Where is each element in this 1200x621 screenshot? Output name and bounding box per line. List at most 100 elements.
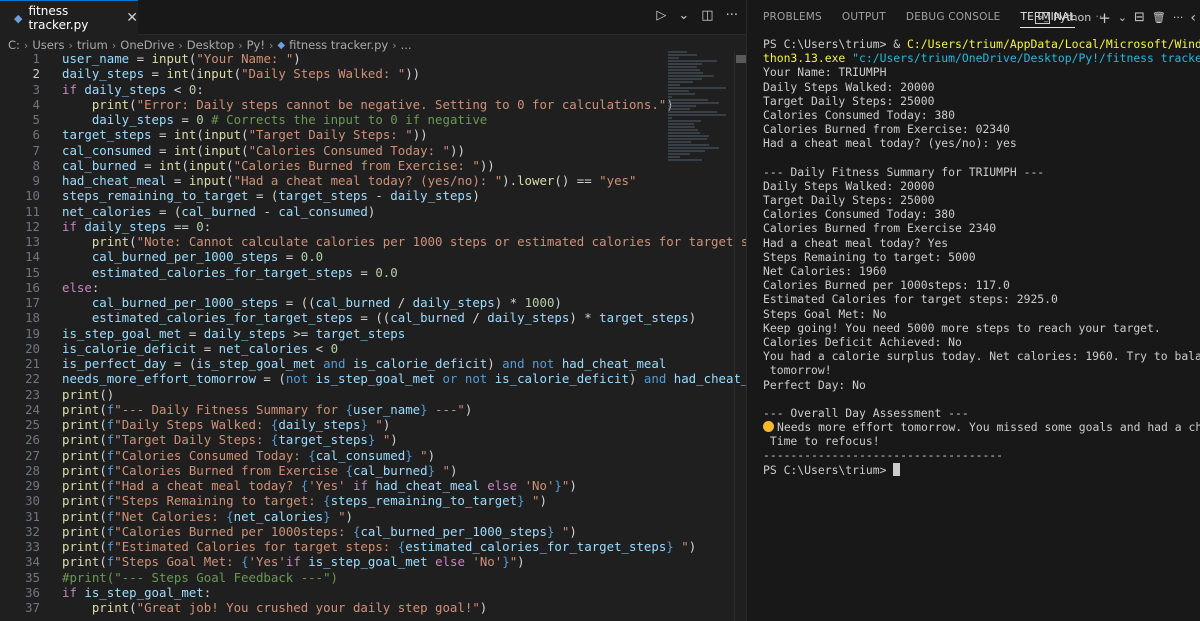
line-number: 35 — [25, 569, 40, 585]
code-token: ( — [99, 447, 107, 463]
terminal-output[interactable]: PS C:\Users\trium> & C:/Users/trium/AppD… — [763, 37, 1200, 477]
code-line[interactable]: 20 is_calorie_deficit = net_calories < 0 — [0, 341, 666, 356]
code-token: daily_steps — [278, 417, 361, 432]
tab-fitness-tracker[interactable]: ◆ fitness tracker.py ✕ — [0, 0, 138, 35]
code-token: = — [144, 66, 167, 82]
terminal-line: PS C:\Users\trium> & C:/Users/trium/AppD… — [763, 37, 1200, 51]
tab-problems[interactable]: PROBLEMS — [763, 0, 822, 35]
split-editor-icon[interactable]: ◫ — [701, 8, 713, 23]
terminal-line: Target Daily Steps: 25000 — [763, 193, 1195, 207]
more-actions-icon[interactable]: ··· — [726, 8, 738, 23]
code-token: = ( — [166, 356, 197, 371]
code-line[interactable]: 9 had_cheat_meal = input("Had a cheat mea… — [0, 173, 666, 188]
close-tab-icon[interactable]: ✕ — [126, 10, 138, 26]
code-line[interactable]: 24 print(f"--- Daily Fitness Summary for … — [0, 402, 666, 417]
code-token: "Error: Daily steps cannot be negative. … — [136, 96, 667, 112]
terminal-dropdown-icon[interactable]: ⌄ — [1118, 11, 1127, 24]
code-line[interactable]: 3 if daily_steps < 0: — [0, 82, 666, 97]
code-line[interactable]: 15 estimated_calories_for_target_steps =… — [0, 265, 666, 280]
breadcrumb-item[interactable]: fitness tracker.py — [289, 38, 388, 52]
code-token: "Target Daily Steps: " — [248, 127, 413, 143]
terminal-icon: >_ — [1035, 11, 1051, 24]
code-token: "Net Calories: — [114, 508, 227, 524]
run-icon[interactable]: ▷ — [656, 8, 666, 23]
code-token: ) * — [569, 310, 600, 326]
breadcrumb-item[interactable]: Users — [32, 38, 64, 52]
code-line[interactable]: 4 print("Error: Daily steps cannot be ne… — [0, 96, 674, 112]
breadcrumb-item[interactable]: ... — [401, 38, 412, 52]
tab-output[interactable]: OUTPUT — [842, 0, 886, 35]
code-token: int — [166, 66, 189, 82]
code-line[interactable]: 23 print() — [0, 387, 666, 402]
code-line[interactable]: 2 daily_steps = int(input("Daily Steps Wa… — [0, 66, 666, 81]
code-line[interactable]: 5 daily_steps = 0 # Corrects the input t… — [0, 112, 666, 127]
code-line[interactable]: 7 cal_consumed = int(input("Calories Cons… — [0, 143, 666, 158]
code-token: daily_steps — [62, 66, 145, 82]
minimap-line — [668, 123, 695, 125]
breadcrumb-item[interactable]: trium — [77, 38, 108, 52]
run-dropdown-icon[interactable]: ⌄ — [678, 8, 689, 23]
code-line[interactable]: 33 print(f"Estimated Calories for target … — [0, 539, 696, 554]
code-token: ) — [427, 447, 436, 463]
code-line[interactable]: 1 user_name = input("Your Name: ") — [0, 51, 666, 66]
code-token: int — [173, 127, 197, 143]
minimap-line — [668, 150, 706, 152]
terminal-text: --- Daily Fitness Summary for TRIUMPH --… — [763, 164, 1045, 179]
breadcrumb-item[interactable]: OneDrive — [120, 38, 174, 52]
code-line[interactable]: 16 else: — [0, 280, 666, 295]
minimap[interactable] — [668, 51, 734, 161]
code-line[interactable]: 19 is_step_goal_met = daily_steps >= targ… — [0, 326, 666, 341]
code-line[interactable]: 21 is_perfect_day = (is_step_goal_met and… — [0, 356, 666, 371]
code-editor[interactable]: 1 user_name = input("Your Name: ") 2 daily_… — [0, 51, 746, 621]
new-terminal-icon[interactable]: + — [1098, 9, 1111, 27]
code-line[interactable]: 18 estimated_calories_for_target_steps =… — [0, 310, 696, 326]
code-line[interactable]: 35 #print("--- Steps Goal Feedback ---") — [0, 570, 666, 585]
code-line[interactable]: 13 print("Note: Cannot calculate calorie… — [0, 234, 746, 249]
code-line[interactable]: 22 needs_more_effort_tomorrow = (not is_s… — [0, 371, 746, 386]
editor-scrollbar[interactable] — [734, 51, 746, 621]
terminal-text: Steps Goal Met: No — [763, 306, 887, 321]
code-line[interactable]: 32 print(f"Calories Burned per 1000steps:… — [0, 524, 666, 539]
code-line[interactable]: 11 net_calories = (cal_burned - cal_consu… — [0, 204, 666, 219]
code-line[interactable]: 6 target_steps = int(input("Target Daily … — [0, 127, 666, 142]
breadcrumb-item[interactable]: Py! — [247, 38, 265, 52]
line-number: 10 — [25, 188, 40, 204]
code-line[interactable]: 10 steps_remaining_to_target = (target_st… — [0, 188, 666, 203]
tab-debug-console[interactable]: DEBUG CONSOLE — [906, 0, 1001, 35]
code-line[interactable]: 27 print(f"Calories Consumed Today: {cal_… — [0, 448, 666, 463]
chevron-right-icon: › — [268, 38, 274, 52]
trash-icon[interactable]: 🗑︎ — [1152, 11, 1166, 24]
code-token: print — [62, 432, 100, 448]
more-actions-icon[interactable]: ··· — [1173, 11, 1184, 24]
code-token: = — [136, 157, 159, 173]
code-line[interactable]: 30 print(f"Steps Remaining to target: {st… — [0, 493, 666, 508]
code-line[interactable]: 37 print("Great job! You crushed your da… — [0, 600, 666, 615]
code-token: ( — [99, 493, 107, 509]
line-number: 37 — [25, 600, 40, 615]
code-line[interactable]: 28 print(f"Calories Burned from Exercise … — [0, 463, 666, 478]
code-token: } — [323, 508, 331, 524]
code-line[interactable]: 14 cal_burned_per_1000_steps = 0.0 — [0, 249, 666, 264]
code-line[interactable]: 29 print(f"Had a cheat meal today? {'Yes'… — [0, 478, 666, 493]
code-line[interactable]: 25 print(f"Daily Steps Walked: {daily_ste… — [0, 417, 666, 432]
terminal-selector[interactable]: >_ Python — [1035, 11, 1091, 24]
code-token: is_step_goal_met — [196, 356, 316, 371]
code-line[interactable]: 17 cal_burned_per_1000_steps = ((cal_bur… — [0, 295, 666, 310]
code-line[interactable]: 34 print(f"Steps Goal Met: {'Yes'if is_st… — [0, 554, 666, 569]
collapse-panel-icon[interactable]: ‹ — [1190, 10, 1196, 26]
code-line[interactable]: 31 print(f"Net Calories: {net_calories} "… — [0, 509, 666, 524]
code-text: if is_step_goal_met: — [40, 585, 211, 600]
thinking-face-icon — [763, 421, 774, 433]
terminal-line: tomorrow! — [763, 363, 1195, 377]
breadcrumb-item[interactable]: Desktop — [187, 38, 234, 52]
breadcrumb-item[interactable]: C: — [8, 38, 20, 52]
code-line[interactable]: 26 print(f"Target Daily Steps: {target_st… — [0, 432, 666, 447]
minimap-line — [668, 138, 707, 140]
code-token: ( — [241, 142, 249, 158]
code-line[interactable]: 12 if daily_steps == 0: — [0, 219, 666, 234]
code-line[interactable]: 8 cal_burned = int(input("Calories Burned… — [0, 158, 666, 173]
scrollbar-thumb[interactable] — [736, 55, 746, 63]
split-terminal-icon[interactable]: ⊟ — [1134, 10, 1145, 25]
code-line[interactable]: 36 if is_step_goal_met: — [0, 585, 666, 600]
code-token: / — [390, 295, 413, 310]
